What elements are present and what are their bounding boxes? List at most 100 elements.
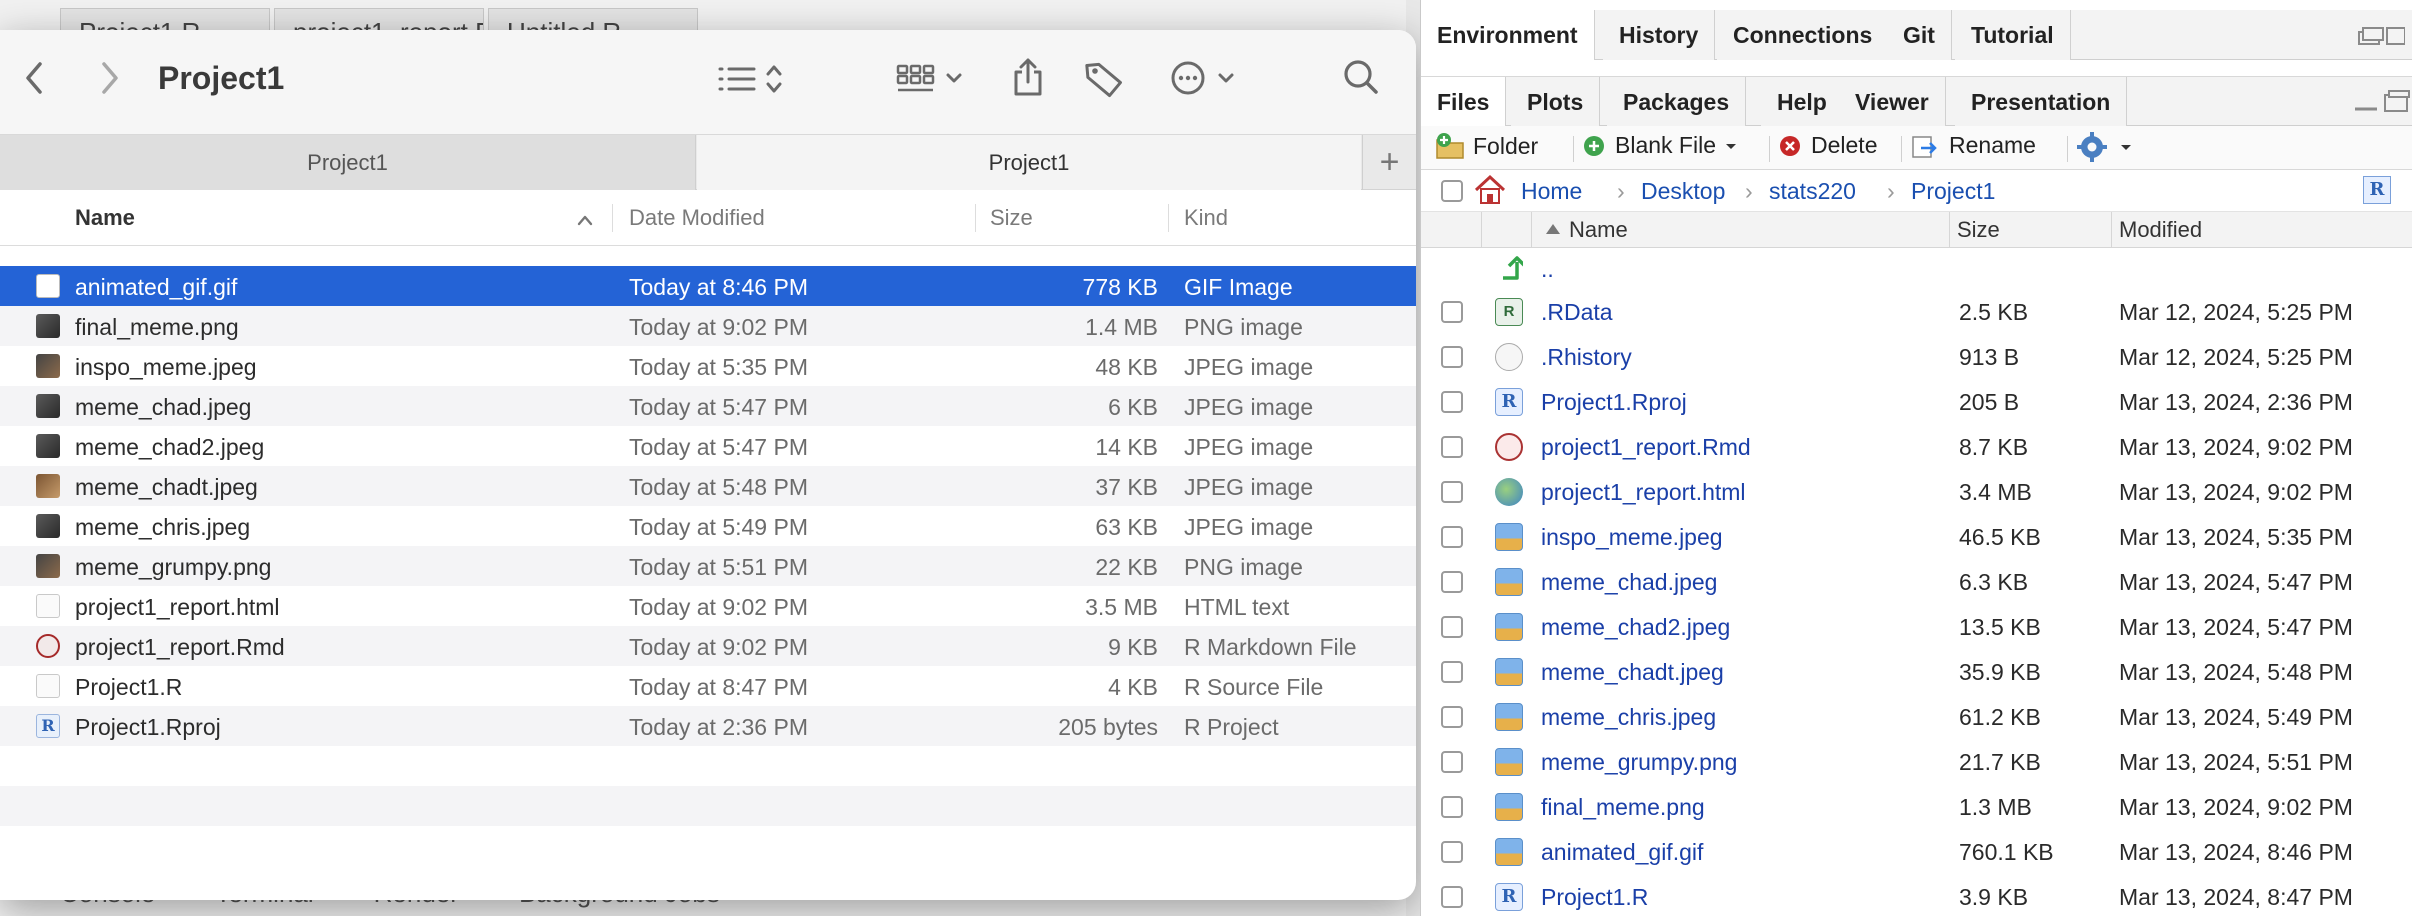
file-row[interactable]: final_meme.png Today at 9:02 PM 1.4 MB P… — [0, 306, 1416, 346]
file-row[interactable]: final_meme.png 1.3 MB Mar 13, 2024, 9:02… — [1421, 785, 2412, 830]
tab-viewer[interactable]: Viewer — [1839, 77, 1946, 127]
column-name-header[interactable]: Name — [75, 190, 135, 246]
file-link[interactable]: inspo_meme.jpeg — [1541, 524, 1723, 551]
column-modified-header[interactable]: Modified — [2119, 217, 2202, 243]
file-row[interactable]: meme_chad2.jpeg Today at 5:47 PM 14 KB J… — [0, 426, 1416, 466]
blank-file-button[interactable]: Blank File — [1581, 132, 1738, 159]
more-actions-icon[interactable] — [1170, 60, 1242, 101]
file-checkbox[interactable] — [1441, 616, 1463, 638]
tab-help[interactable]: Help — [1761, 77, 1844, 127]
file-checkbox[interactable] — [1441, 661, 1463, 683]
breadcrumb-stats220[interactable]: stats220 — [1769, 178, 1856, 205]
file-link[interactable]: meme_chadt.jpeg — [1541, 659, 1724, 686]
new-tab-plus-icon[interactable]: + — [1362, 135, 1416, 190]
new-folder-button[interactable]: Folder — [1435, 132, 1538, 160]
file-row[interactable]: R .RData 2.5 KB Mar 12, 2024, 5:25 PM — [1421, 290, 2412, 335]
parent-directory-link[interactable]: .. — [1541, 256, 1554, 283]
select-all-checkbox[interactable] — [1441, 180, 1463, 202]
file-checkbox[interactable] — [1441, 526, 1463, 548]
file-row[interactable]: inspo_meme.jpeg Today at 5:35 PM 48 KB J… — [0, 346, 1416, 386]
more-settings-button[interactable] — [2077, 132, 2133, 162]
file-row[interactable]: Project1.R Today at 8:47 PM 4 KB R Sourc… — [0, 666, 1416, 706]
column-date-header[interactable]: Date Modified — [629, 190, 765, 246]
file-checkbox[interactable] — [1441, 391, 1463, 413]
tab-files[interactable]: Files — [1421, 77, 1507, 127]
breadcrumb-desktop[interactable]: Desktop — [1641, 178, 1725, 205]
file-link[interactable]: Project1.Rproj — [1541, 389, 1687, 416]
file-row[interactable]: project1_report.html 3.4 MB Mar 13, 2024… — [1421, 470, 2412, 515]
file-link[interactable]: meme_chad2.jpeg — [1541, 614, 1730, 641]
file-link[interactable]: meme_chris.jpeg — [1541, 704, 1716, 731]
file-checkbox[interactable] — [1441, 796, 1463, 818]
file-checkbox[interactable] — [1441, 346, 1463, 368]
delete-button[interactable]: Delete — [1777, 132, 1877, 159]
group-by-icon[interactable] — [896, 62, 968, 101]
file-row[interactable]: meme_chad2.jpeg 13.5 KB Mar 13, 2024, 5:… — [1421, 605, 2412, 650]
column-size-header[interactable]: Size — [990, 190, 1033, 246]
file-link[interactable]: .Rhistory — [1541, 344, 1632, 371]
file-row[interactable]: R Project1.R 3.9 KB Mar 13, 2024, 8:47 P… — [1421, 875, 2412, 916]
tab-connections[interactable]: Connections — [1717, 10, 1890, 60]
file-checkbox[interactable] — [1441, 301, 1463, 323]
finder-tab[interactable]: Project1 — [0, 135, 696, 190]
file-row[interactable]: animated_gif.gif 760.1 KB Mar 13, 2024, … — [1421, 830, 2412, 875]
file-checkbox[interactable] — [1441, 436, 1463, 458]
home-icon[interactable] — [1473, 174, 1507, 212]
file-row[interactable]: meme_grumpy.png Today at 5:51 PM 22 KB P… — [0, 546, 1416, 586]
forward-arrow-icon[interactable] — [96, 58, 122, 103]
file-link[interactable]: animated_gif.gif — [1541, 839, 1703, 866]
go-to-project-icon[interactable]: R — [2363, 176, 2391, 204]
file-row[interactable]: meme_chad.jpeg Today at 5:47 PM 6 KB JPE… — [0, 386, 1416, 426]
file-checkbox[interactable] — [1441, 886, 1463, 908]
column-name-header[interactable]: Name — [1569, 217, 1628, 243]
file-row[interactable]: R Project1.Rproj 205 B Mar 13, 2024, 2:3… — [1421, 380, 2412, 425]
file-row[interactable]: project1_report.Rmd 8.7 KB Mar 13, 2024,… — [1421, 425, 2412, 470]
file-size: 760.1 KB — [1959, 839, 2054, 865]
breadcrumb-home[interactable]: Home — [1521, 178, 1582, 205]
file-checkbox[interactable] — [1441, 571, 1463, 593]
tab-tutorial[interactable]: Tutorial — [1955, 10, 2071, 60]
file-link[interactable]: .RData — [1541, 299, 1613, 326]
back-arrow-icon[interactable] — [22, 58, 48, 103]
file-row[interactable]: meme_chadt.jpeg 35.9 KB Mar 13, 2024, 5:… — [1421, 650, 2412, 695]
minimize-pane-icon[interactable] — [2357, 24, 2406, 53]
finder-tab-active[interactable]: Project1 — [697, 135, 1361, 190]
file-row-selected[interactable]: animated_gif.gif Today at 8:46 PM 778 KB… — [0, 266, 1416, 306]
tab-presentation[interactable]: Presentation — [1955, 77, 2128, 127]
breadcrumb-project1[interactable]: Project1 — [1911, 178, 1995, 205]
file-link[interactable]: project1_report.Rmd — [1541, 434, 1751, 461]
column-size-header[interactable]: Size — [1957, 217, 2000, 243]
file-row[interactable]: project1_report.Rmd Today at 9:02 PM 9 K… — [0, 626, 1416, 666]
file-row[interactable]: meme_chris.jpeg Today at 5:49 PM 63 KB J… — [0, 506, 1416, 546]
share-icon[interactable] — [1010, 56, 1046, 103]
file-link[interactable]: meme_chad.jpeg — [1541, 569, 1717, 596]
file-row[interactable]: meme_grumpy.png 21.7 KB Mar 13, 2024, 5:… — [1421, 740, 2412, 785]
file-row[interactable]: inspo_meme.jpeg 46.5 KB Mar 13, 2024, 5:… — [1421, 515, 2412, 560]
maximize-pane-icon[interactable] — [2351, 89, 2411, 120]
file-row[interactable]: .Rhistory 913 B Mar 12, 2024, 5:25 PM — [1421, 335, 2412, 380]
file-link[interactable]: final_meme.png — [1541, 794, 1705, 821]
file-checkbox[interactable] — [1441, 841, 1463, 863]
file-row[interactable]: R Project1.Rproj Today at 2:36 PM 205 by… — [0, 706, 1416, 746]
file-row[interactable]: project1_report.html Today at 9:02 PM 3.… — [0, 586, 1416, 626]
file-link[interactable]: project1_report.html — [1541, 479, 1746, 506]
file-row[interactable]: meme_chadt.jpeg Today at 5:48 PM 37 KB J… — [0, 466, 1416, 506]
tab-plots[interactable]: Plots — [1511, 77, 1601, 127]
file-link[interactable]: meme_grumpy.png — [1541, 749, 1737, 776]
rename-button[interactable]: Rename — [1911, 132, 2036, 159]
tab-git[interactable]: Git — [1887, 10, 1952, 60]
tab-environment[interactable]: Environment — [1421, 10, 1595, 60]
search-icon[interactable] — [1342, 58, 1380, 103]
list-view-icon[interactable] — [716, 62, 790, 101]
file-checkbox[interactable] — [1441, 706, 1463, 728]
file-row[interactable]: meme_chris.jpeg 61.2 KB Mar 13, 2024, 5:… — [1421, 695, 2412, 740]
file-checkbox[interactable] — [1441, 751, 1463, 773]
file-link[interactable]: Project1.R — [1541, 884, 1648, 911]
parent-directory-row[interactable]: .. — [1421, 252, 2412, 290]
column-kind-header[interactable]: Kind — [1184, 190, 1228, 246]
tab-history[interactable]: History — [1603, 10, 1716, 60]
file-checkbox[interactable] — [1441, 481, 1463, 503]
file-row[interactable]: meme_chad.jpeg 6.3 KB Mar 13, 2024, 5:47… — [1421, 560, 2412, 605]
tab-packages[interactable]: Packages — [1607, 77, 1747, 127]
tag-icon[interactable] — [1084, 58, 1126, 103]
